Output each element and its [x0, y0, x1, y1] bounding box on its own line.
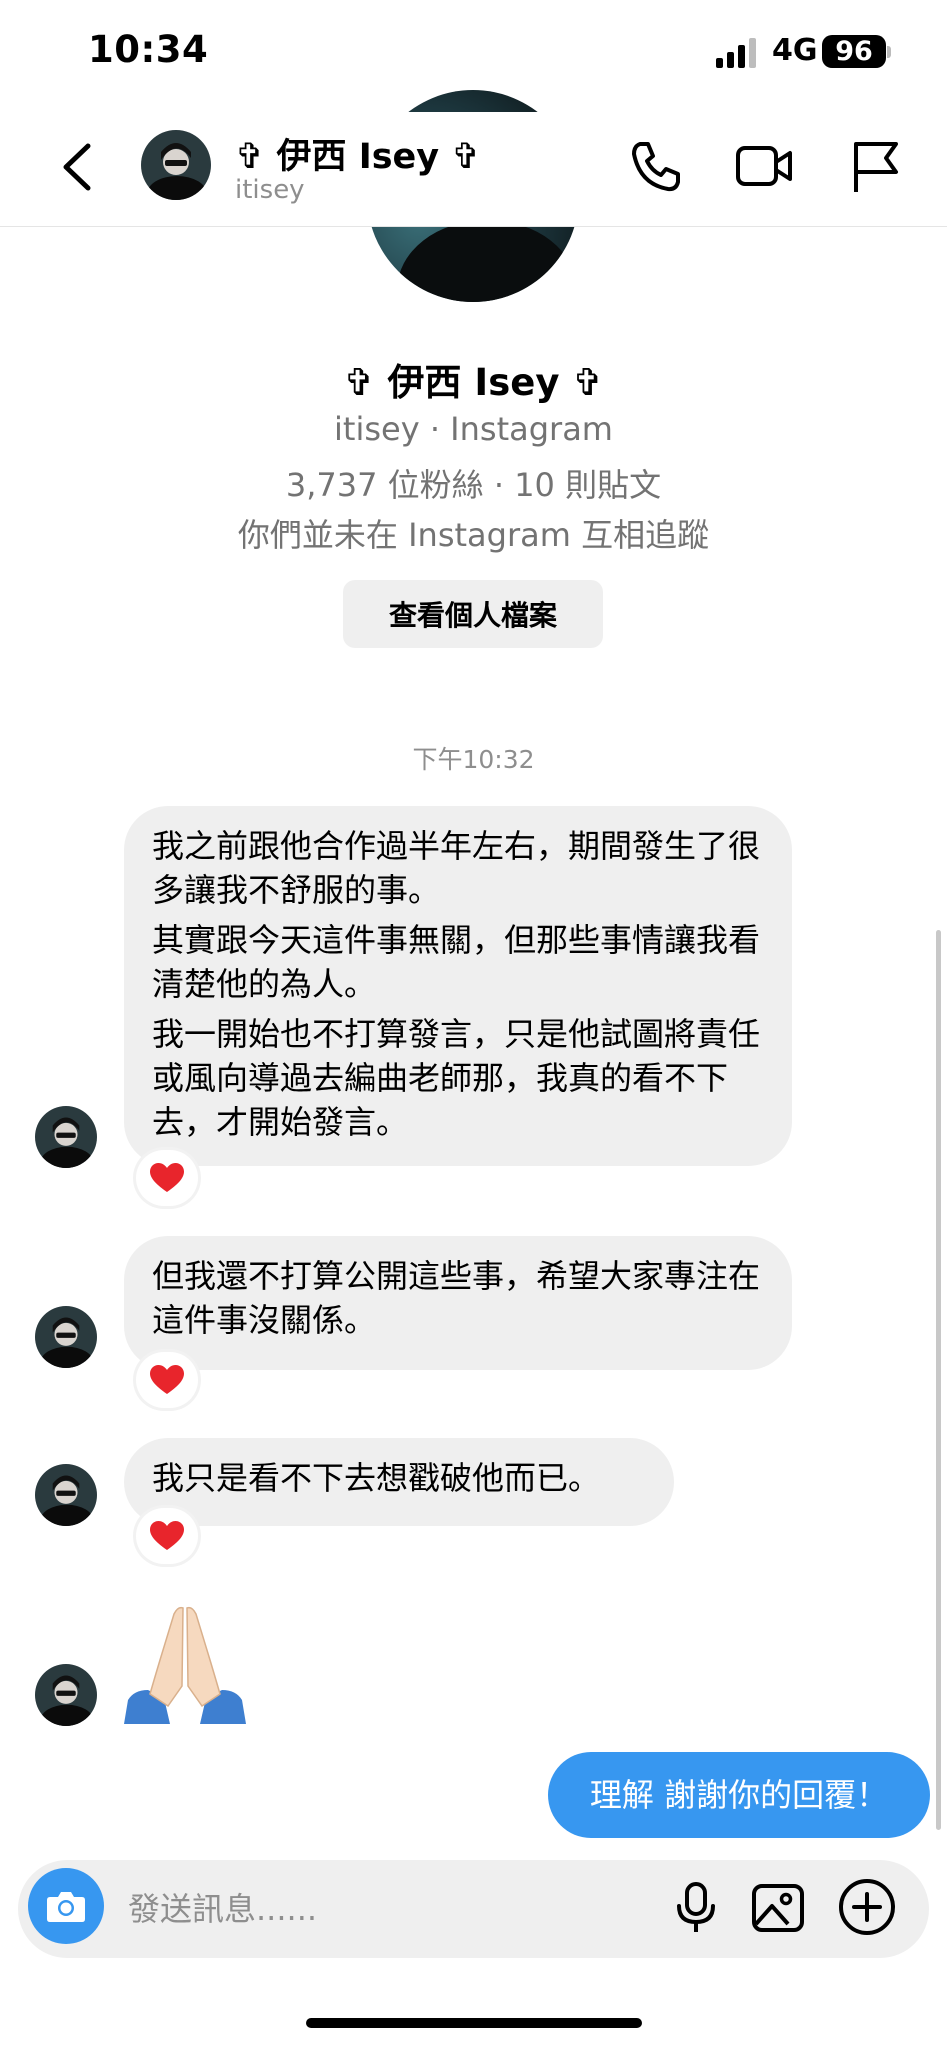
header-avatar[interactable]	[141, 130, 211, 200]
heart-reaction[interactable]	[136, 1352, 198, 1408]
back-arrow-icon[interactable]	[58, 140, 98, 194]
message-timestamp: 下午10:32	[412, 745, 535, 774]
status-time: 10:34	[88, 28, 209, 71]
header-username: itisey	[235, 175, 305, 205]
sender-avatar[interactable]	[35, 1306, 97, 1368]
message-input[interactable]	[126, 1880, 650, 1938]
praying-hands-emoji[interactable]	[124, 1602, 246, 1724]
sender-avatar[interactable]	[35, 1664, 97, 1726]
profile-follow-status: 你們並未在 Instagram 互相追蹤	[237, 516, 710, 554]
message-text: 我一開始也不打算發言，只是他試圖將責任或風向導過去編曲老師那，我真的看不下去，才…	[152, 1015, 761, 1141]
message-bubble[interactable]: 我之前跟他合作過半年左右，期間發生了很多讓我不舒服的事。 其實跟今天這件事無關，…	[124, 806, 792, 1166]
battery-icon: 96	[822, 35, 886, 68]
message-text: 但我還不打算公開這些事，希望大家專注在這件事沒關係。	[152, 1257, 761, 1339]
heart-icon	[150, 1521, 184, 1550]
message-bubble[interactable]: 我只是看不下去想戳破他而已。	[124, 1438, 674, 1526]
video-call-icon[interactable]	[734, 136, 794, 196]
camera-icon	[47, 1892, 85, 1922]
scrollbar[interactable]	[936, 930, 941, 1830]
message-bubble[interactable]: 但我還不打算公開這些事，希望大家專注在這件事沒關係。	[124, 1236, 792, 1370]
heart-icon	[150, 1365, 184, 1394]
flag-icon[interactable]	[846, 136, 906, 196]
gallery-icon[interactable]	[748, 1878, 808, 1938]
microphone-icon[interactable]	[668, 1880, 724, 1936]
sent-message-bubble[interactable]: 理解 謝謝你的回覆！	[548, 1752, 930, 1838]
sender-avatar[interactable]	[35, 1106, 97, 1168]
heart-icon	[150, 1163, 184, 1192]
profile-stats: 3,737 位粉絲 · 10 則貼文	[285, 466, 662, 504]
phone-icon[interactable]	[626, 136, 686, 196]
message-text: 我只是看不下去想戳破他而已。	[152, 1459, 601, 1497]
camera-button[interactable]	[28, 1868, 104, 1944]
home-indicator[interactable]	[306, 2018, 642, 2028]
heart-reaction[interactable]	[136, 1508, 198, 1564]
signal-icon	[716, 38, 756, 68]
network-label: 4G	[772, 33, 818, 68]
profile-username-line: itisey · Instagram	[334, 410, 613, 448]
profile-name: ✞ 伊西 Isey ✞	[343, 361, 604, 404]
message-text: 我之前跟他合作過半年左右，期間發生了很多讓我不舒服的事。	[152, 827, 761, 909]
sender-avatar[interactable]	[35, 1464, 97, 1526]
message-text: 其實跟今天這件事無關，但那些事情讓我看清楚他的為人。	[152, 921, 761, 1003]
header-name[interactable]: ✞ 伊西 Isey ✞	[235, 128, 481, 179]
add-circle-icon[interactable]	[836, 1876, 898, 1938]
heart-reaction[interactable]	[136, 1150, 198, 1206]
battery-tip	[887, 46, 891, 58]
view-profile-button[interactable]: 查看個人檔案	[343, 580, 603, 648]
